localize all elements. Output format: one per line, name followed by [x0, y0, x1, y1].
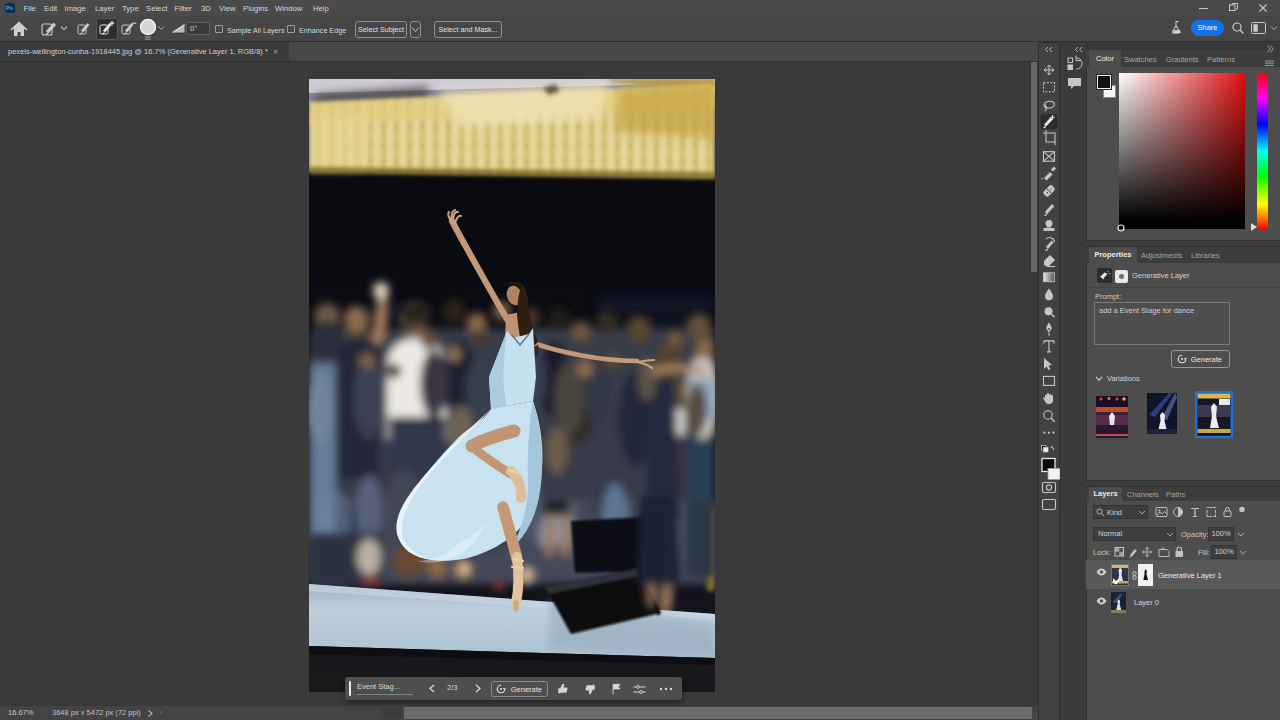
svg-text:30: 30: [145, 35, 151, 41]
